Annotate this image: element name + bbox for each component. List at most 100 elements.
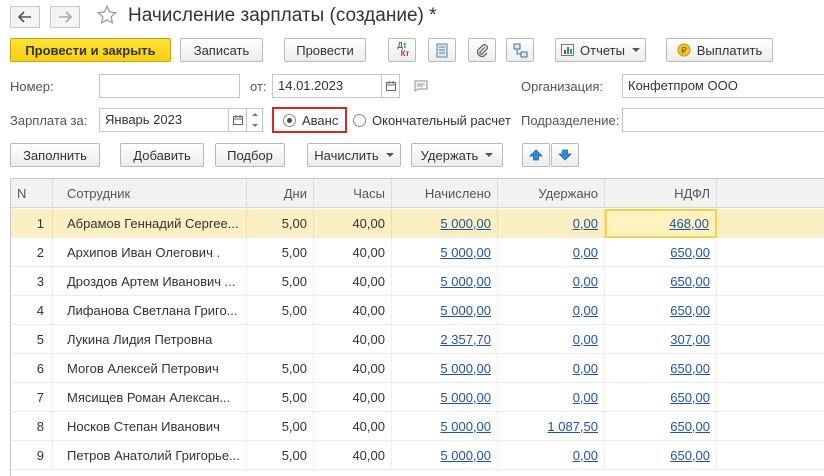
cell-withheld-value[interactable]: 0,00: [573, 245, 598, 260]
withhold-button[interactable]: Удержать: [411, 143, 503, 167]
cell-accrued-value[interactable]: 2 357,70: [440, 332, 491, 347]
fill-button[interactable]: Заполнить: [10, 143, 100, 167]
col-hours[interactable]: Часы: [314, 179, 392, 208]
col-days[interactable]: Дни: [247, 179, 314, 208]
cell-withheld-value[interactable]: 0,00: [573, 390, 598, 405]
cell-withheld-value[interactable]: 0,00: [573, 303, 598, 318]
table-row[interactable]: 6 Могов Алексей Петрович 5,00 40,00 5 000,00…: [11, 354, 824, 383]
spin-up-icon[interactable]: [251, 113, 258, 116]
table-row[interactable]: 2 Архипов Иван Олегович . 5,00 40,00 5 000,0…: [11, 238, 824, 267]
forward-button[interactable]: [50, 6, 80, 28]
table-row[interactable]: 8 Носков Степан Иванович 5,00 40,00 5 000,00…: [11, 412, 824, 441]
cell-ndfl-value[interactable]: 468,00: [669, 216, 709, 231]
cell-accrued-value[interactable]: 5 000,00: [440, 216, 491, 231]
final-calc-radio-label[interactable]: Окончательный расчет: [372, 113, 511, 128]
pay-button[interactable]: ₽ Выплатить: [666, 38, 773, 62]
cell-withheld-value[interactable]: 0,00: [573, 274, 598, 289]
pick-button[interactable]: Подбор: [215, 143, 285, 167]
table-row[interactable]: 9 Петров Анатолий Григорье... 5,00 40,00 5 0…: [11, 441, 824, 470]
cell-accrued[interactable]: 5 000,00: [392, 267, 498, 296]
cell-withheld-value[interactable]: 1 087,50: [547, 419, 598, 434]
cell-ndfl-value[interactable]: 650,00: [670, 390, 710, 405]
cell-accrued-value[interactable]: 5 000,00: [440, 390, 491, 405]
cell-accrued[interactable]: 5 000,00: [392, 383, 498, 412]
cell-accrued[interactable]: 5 000,00: [392, 441, 498, 470]
favorite-star-icon[interactable]: [96, 4, 118, 29]
advance-radio[interactable]: [283, 114, 296, 127]
cell-accrued-value[interactable]: 5 000,00: [440, 419, 491, 434]
cell-accrued-value[interactable]: 5 000,00: [440, 303, 491, 318]
cell-withheld-value[interactable]: 0,00: [573, 332, 598, 347]
cell-withheld[interactable]: 0,00: [498, 441, 605, 470]
cell-withheld-value[interactable]: 0,00: [573, 448, 598, 463]
cell-withheld[interactable]: 0,00: [498, 325, 605, 354]
journal-button[interactable]: [428, 38, 456, 62]
cell-ndfl[interactable]: 650,00: [605, 296, 717, 325]
cell-ndfl-value[interactable]: 307,00: [670, 332, 710, 347]
cell-ndfl[interactable]: 307,00: [605, 325, 717, 354]
cell-accrued-value[interactable]: 5 000,00: [440, 245, 491, 260]
cell-ndfl[interactable]: 650,00: [605, 441, 717, 470]
employees-table[interactable]: N Сотрудник Дни Часы Начислено Удержано …: [10, 178, 824, 476]
save-button[interactable]: Записать: [180, 38, 263, 62]
table-row[interactable]: 1 Абрамов Геннадий Сергее... 5,00 40,00 5 00…: [11, 209, 824, 238]
cell-withheld[interactable]: 0,00: [498, 267, 605, 296]
table-row[interactable]: 7 Мясищев Роман Алексан... 5,00 40,00 5 000,…: [11, 383, 824, 412]
cell-withheld-value[interactable]: 0,00: [573, 216, 598, 231]
col-accrued[interactable]: Начислено: [392, 179, 498, 208]
move-down-button[interactable]: [551, 143, 579, 167]
cell-accrued-value[interactable]: 5 000,00: [440, 448, 491, 463]
cell-accrued[interactable]: 5 000,00: [392, 354, 498, 383]
cell-ndfl-value[interactable]: 650,00: [670, 303, 710, 318]
cell-accrued-value[interactable]: 5 000,00: [440, 274, 491, 289]
cell-withheld[interactable]: 0,00: [498, 238, 605, 267]
cell-ndfl-value[interactable]: 650,00: [670, 419, 710, 434]
period-input[interactable]: Январь 2023: [99, 108, 229, 132]
number-input[interactable]: [99, 74, 240, 98]
spin-down-icon[interactable]: [251, 124, 258, 127]
department-input[interactable]: [622, 108, 824, 132]
cell-ndfl[interactable]: 468,00: [605, 209, 717, 238]
cell-withheld[interactable]: 0,00: [498, 296, 605, 325]
col-withheld[interactable]: Удержано: [498, 179, 605, 208]
back-button[interactable]: [10, 6, 40, 28]
cell-withheld[interactable]: 0,00: [498, 383, 605, 412]
cell-ndfl[interactable]: 650,00: [605, 383, 717, 412]
table-row[interactable]: 3 Дроздов Артем Иванович ... 5,00 40,00 5 00…: [11, 267, 824, 296]
advance-radio-label[interactable]: Аванс: [302, 113, 338, 128]
cell-ndfl[interactable]: 650,00: [605, 267, 717, 296]
cell-accrued[interactable]: 5 000,00: [392, 412, 498, 441]
cell-withheld[interactable]: 0,00: [498, 354, 605, 383]
accrue-button[interactable]: Начислить: [307, 143, 401, 167]
move-up-button[interactable]: [522, 143, 550, 167]
post-button[interactable]: Провести: [284, 38, 366, 62]
cell-ndfl-value[interactable]: 650,00: [670, 361, 710, 376]
cell-ndfl-value[interactable]: 650,00: [670, 245, 710, 260]
attach-button[interactable]: [468, 38, 496, 62]
col-ndfl[interactable]: НДФЛ: [605, 179, 717, 208]
cell-withheld[interactable]: 1 087,50: [498, 412, 605, 441]
final-calc-radio[interactable]: [353, 114, 366, 127]
post-and-close-button[interactable]: Провести и закрыть: [10, 38, 171, 62]
structure-button[interactable]: [506, 38, 534, 62]
reports-button[interactable]: Отчеты: [555, 38, 646, 62]
cell-ndfl[interactable]: 650,00: [605, 354, 717, 383]
col-n[interactable]: N: [11, 179, 53, 208]
add-button[interactable]: Добавить: [120, 143, 204, 167]
period-calendar-button[interactable]: [229, 108, 247, 132]
cell-accrued-value[interactable]: 5 000,00: [440, 361, 491, 376]
cell-ndfl-value[interactable]: 650,00: [670, 274, 710, 289]
cell-accrued[interactable]: 5 000,00: [392, 296, 498, 325]
cell-ndfl[interactable]: 650,00: [605, 412, 717, 441]
table-row[interactable]: 5 Лукина Лидия Петровна 40,00 2 357,70 0,00 3…: [11, 325, 824, 354]
table-row[interactable]: 4 Лифанова Светлана Григо... 5,00 40,00 5 00…: [11, 296, 824, 325]
comment-icon[interactable]: [414, 80, 428, 95]
dt-kt-button[interactable]: Дт Кт: [388, 38, 416, 62]
cell-withheld[interactable]: 0,00: [498, 209, 605, 238]
date-calendar-button[interactable]: [382, 74, 400, 98]
cell-ndfl[interactable]: 650,00: [605, 238, 717, 267]
cell-ndfl-value[interactable]: 650,00: [670, 448, 710, 463]
date-input[interactable]: 14.01.2023: [272, 74, 382, 98]
period-spinner[interactable]: [247, 108, 263, 132]
cell-withheld-value[interactable]: 0,00: [573, 361, 598, 376]
